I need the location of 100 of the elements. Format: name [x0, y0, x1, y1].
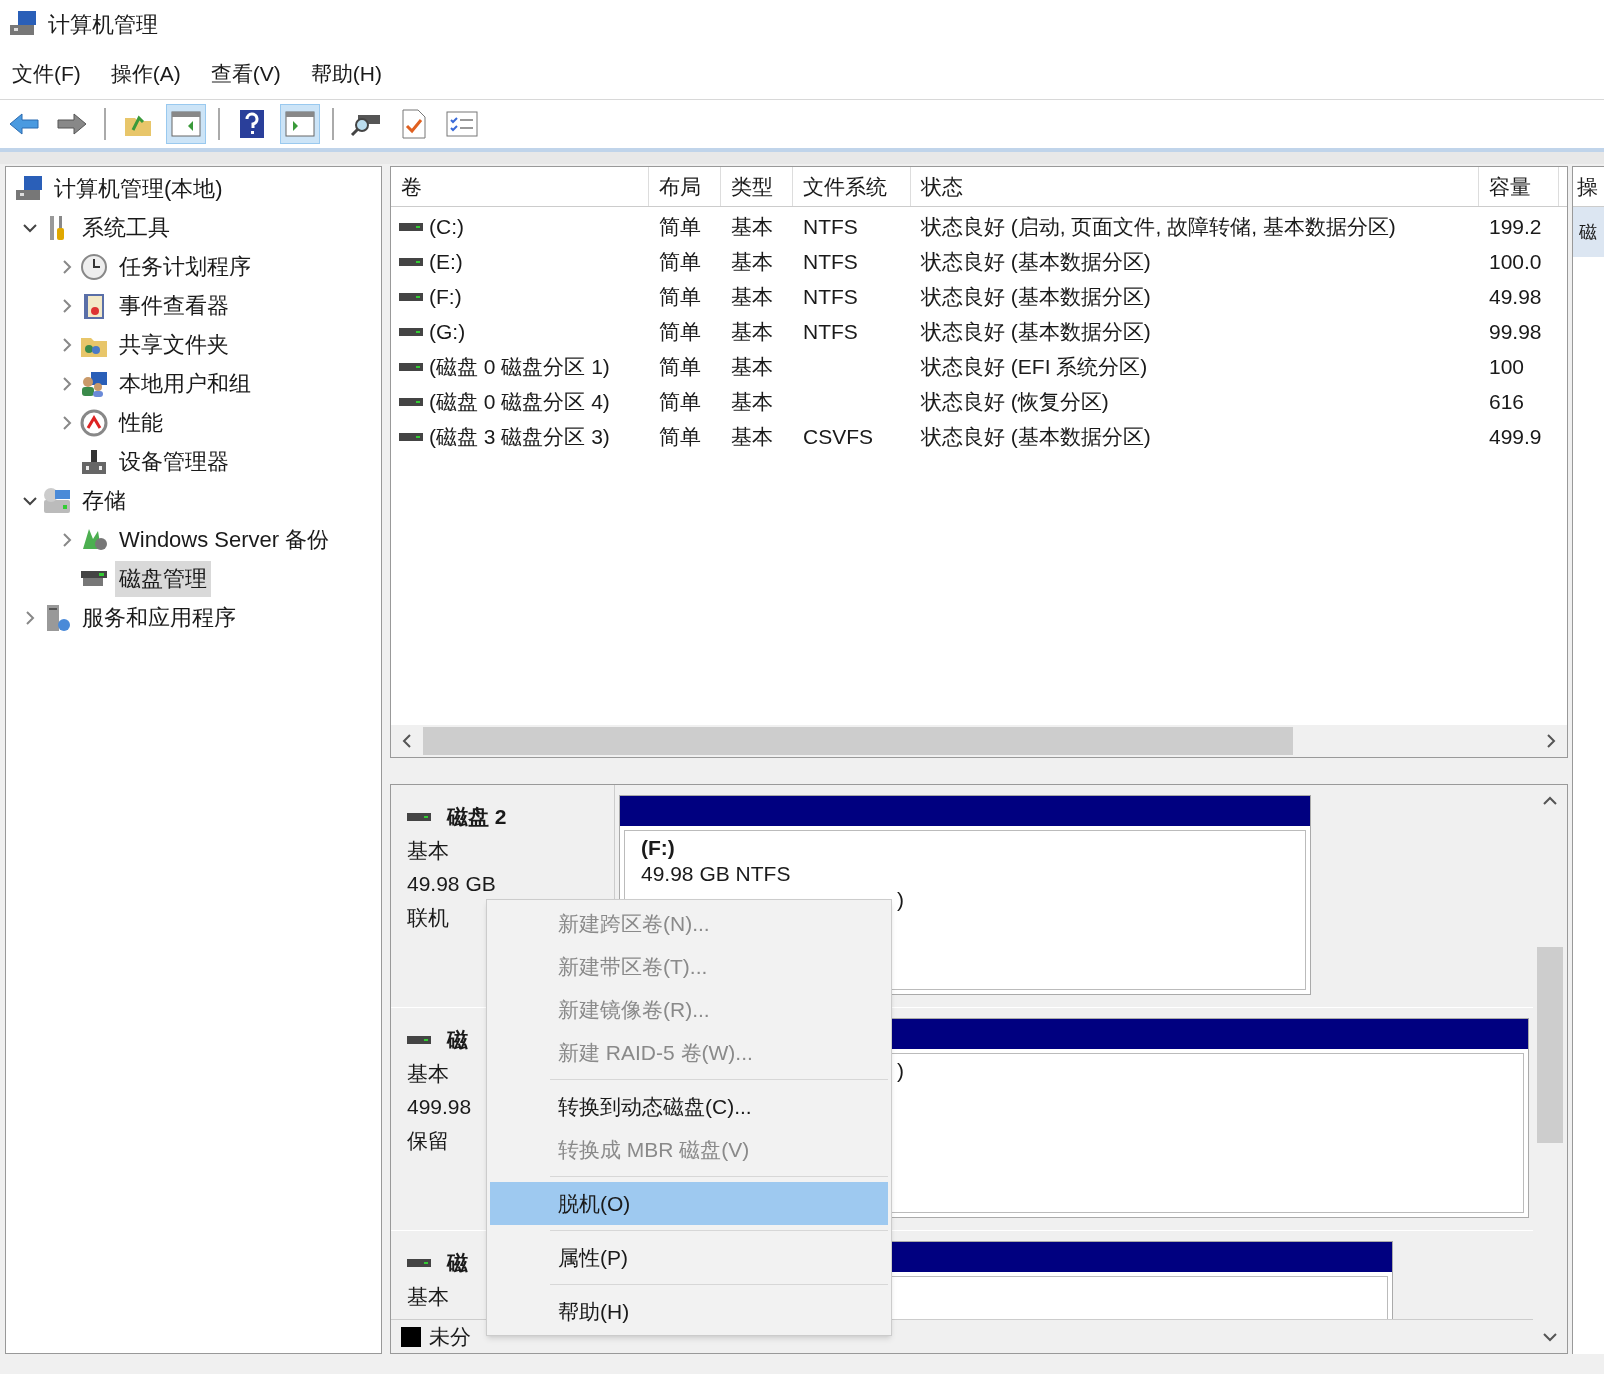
disk-name: 磁 — [447, 1027, 468, 1053]
column-header[interactable]: 类型 — [721, 167, 793, 206]
table-cell-text: NTFS — [803, 213, 858, 240]
tree-item[interactable]: 本地用户和组 — [115, 365, 255, 402]
table-cell-text: 简单 — [659, 283, 701, 310]
table-cell-text: 49.98 — [1489, 283, 1542, 310]
disk-type: 基本 — [407, 1060, 449, 1087]
table-cell-text: NTFS — [803, 318, 858, 345]
disk-size: 49.98 GB — [407, 871, 496, 897]
tree-item[interactable]: 设备管理器 — [115, 443, 233, 480]
disk-icon — [81, 571, 107, 586]
table-cell-text: 简单 — [659, 423, 701, 450]
menu-item[interactable]: 操作(A) — [110, 57, 181, 90]
table-cell-text: 基本 — [731, 318, 773, 345]
table-cell-text: 状态良好 (基本数据分区) — [921, 283, 1151, 310]
disk-name: 磁盘 2 — [447, 804, 507, 830]
table-cell-text: 99.98 — [1489, 318, 1542, 345]
context-menu-item[interactable]: 帮助(H) — [490, 1290, 888, 1333]
menu-item[interactable]: 文件(F) — [12, 57, 81, 90]
drive-icon — [399, 256, 423, 267]
horizontal-scrollbar[interactable] — [391, 725, 1567, 757]
tree-item[interactable]: 共享文件夹 — [115, 326, 233, 363]
disk-type: 基本 — [407, 1283, 449, 1310]
column-header[interactable]: 文件系统 — [793, 167, 911, 206]
legend-label: 未分 — [429, 1323, 471, 1350]
table-cell-text: (F:) — [429, 283, 462, 310]
column-header[interactable]: 卷 — [391, 167, 649, 206]
disk-type: 基本 — [407, 837, 449, 864]
table-cell-text: NTFS — [803, 283, 858, 310]
partition-status: ) — [897, 1058, 904, 1084]
column-header[interactable]: 容量 — [1479, 167, 1559, 206]
drive-icon — [399, 396, 423, 407]
action-pane-icon — [285, 111, 315, 137]
help-icon — [239, 109, 265, 139]
table-cell-text: 状态良好 (基本数据分区) — [921, 318, 1151, 345]
back-arrow-icon — [8, 112, 40, 136]
tree-item[interactable]: 性能 — [115, 404, 167, 441]
checklist-icon — [446, 111, 478, 137]
table-cell-text: 616 — [1489, 388, 1525, 415]
drive-icon — [399, 431, 423, 442]
table-cell-text: (C:) — [429, 213, 464, 240]
tree-item[interactable]: 任务计划程序 — [115, 248, 255, 285]
column-header[interactable]: 布局 — [649, 167, 721, 206]
forward-arrow-icon — [56, 112, 88, 136]
tree-item[interactable]: Windows Server 备份 — [115, 521, 334, 558]
table-cell-text: 简单 — [659, 388, 701, 415]
table-cell-text: 基本 — [731, 423, 773, 450]
disk-size: 499.98 — [407, 1094, 472, 1120]
disk-status: 保留 — [407, 1127, 449, 1154]
chevron-right-icon[interactable] — [60, 532, 74, 547]
table-cell-text: 状态良好 (恢复分区) — [921, 388, 1109, 415]
table-cell-text: 基本 — [731, 388, 773, 415]
table-cell-text: NTFS — [803, 248, 858, 275]
tree-item[interactable]: 计算机管理(本地) — [50, 170, 227, 207]
table-cell-text: 100 — [1489, 353, 1525, 380]
tree-pane-icon — [171, 111, 201, 137]
disk-status: 联机 — [407, 904, 449, 931]
table-cell-text: 基本 — [731, 213, 773, 240]
context-menu-item[interactable]: 属性(P) — [490, 1236, 888, 1279]
chevron-right-icon[interactable] — [23, 610, 37, 625]
table-cell-text: (磁盘 0 磁盘分区 1) — [429, 353, 610, 380]
table-cell-text: (G:) — [429, 318, 466, 345]
tree-item[interactable]: 事件查看器 — [115, 287, 233, 324]
disk-name: 磁 — [447, 1250, 468, 1276]
chevron-right-icon[interactable] — [60, 376, 74, 391]
chevron-right-icon[interactable] — [60, 337, 74, 352]
table-cell-text: 状态良好 (EFI 系统分区) — [921, 353, 1148, 380]
table-cell-text: 状态良好 (启动, 页面文件, 故障转储, 基本数据分区) — [921, 213, 1396, 240]
table-cell-text: 简单 — [659, 353, 701, 380]
drive-icon — [399, 361, 423, 372]
partition-size: 49.98 GB NTFS — [641, 861, 791, 887]
tree-item[interactable]: 存储 — [78, 482, 130, 519]
table-cell-text: CSVFS — [803, 423, 873, 450]
window-title: 计算机管理 — [48, 10, 158, 39]
table-cell-text: 499.9 — [1489, 423, 1542, 450]
table-cell-text: 100.0 — [1489, 248, 1542, 275]
table-cell-text: (磁盘 3 磁盘分区 3) — [429, 423, 610, 450]
table-cell-text: 状态良好 (基本数据分区) — [921, 248, 1151, 275]
chevron-right-icon[interactable] — [60, 298, 74, 313]
table-cell-text: (磁盘 0 磁盘分区 4) — [429, 388, 610, 415]
column-header[interactable]: 状态 — [911, 167, 1479, 206]
table-cell-text: 简单 — [659, 213, 701, 240]
partition-status: ) — [897, 887, 904, 913]
table-cell-text: 简单 — [659, 248, 701, 275]
actions-item[interactable]: 磁 — [1573, 207, 1604, 257]
table-cell-text: 基本 — [731, 283, 773, 310]
table-cell-text: 简单 — [659, 318, 701, 345]
table-cell-text: (E:) — [429, 248, 463, 275]
chevron-right-icon[interactable] — [60, 415, 74, 430]
tree-item[interactable]: 系统工具 — [78, 209, 174, 246]
partition-name: (F:) — [641, 835, 675, 861]
checked-document-icon — [402, 109, 426, 139]
context-menu-item[interactable]: 脱机(O) — [490, 1182, 888, 1225]
tree-item[interactable]: 磁盘管理 — [115, 560, 211, 597]
gauge-icon — [79, 407, 109, 438]
storage-icon — [42, 485, 72, 516]
tree-item[interactable]: 服务和应用程序 — [78, 599, 240, 636]
menu-item[interactable]: 帮助(H) — [310, 57, 382, 90]
chevron-right-icon[interactable] — [60, 259, 74, 274]
menu-item[interactable]: 查看(V) — [210, 57, 281, 90]
